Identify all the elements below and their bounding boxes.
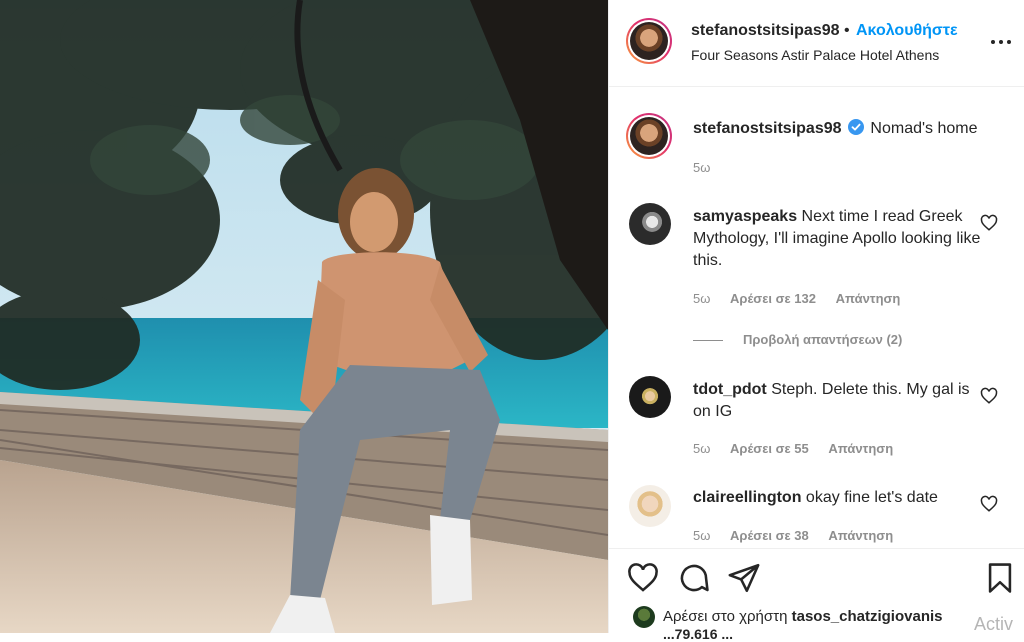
reply-button[interactable]: Απάντηση [836, 291, 901, 306]
liked-by-text: Αρέσει στο χρήστη tasos_chatzigiovanis [663, 608, 943, 625]
comment-avatar[interactable] [629, 376, 671, 418]
comment-text: okay fine let's date [805, 489, 938, 506]
post-image [0, 0, 608, 633]
like-comment-icon[interactable] [980, 387, 998, 405]
more-options-icon[interactable] [991, 35, 1013, 49]
author-username[interactable]: stefanostsitsipas98 [691, 22, 840, 40]
post-location[interactable]: Four Seasons Astir Palace Hotel Athens [691, 47, 939, 63]
caption-username[interactable]: stefanostsitsipas98 [693, 120, 842, 137]
reply-button[interactable]: Απάντηση [828, 441, 893, 456]
comment-meta: 5ω Αρέσει σε 132 Απάντηση [693, 291, 916, 306]
follow-button[interactable]: Ακολουθήστε [856, 22, 958, 40]
liked-by-user[interactable]: tasos_chatzigiovanis [792, 608, 943, 625]
comment-username[interactable]: claireellington [693, 489, 801, 506]
comment-likes[interactable]: Αρέσει σε 132 [730, 291, 816, 306]
activation-watermark: Activ [974, 614, 1014, 634]
caption-avatar[interactable] [626, 113, 672, 159]
caption: stefanostsitsipas98 Nomad's home [693, 118, 1013, 142]
comment-username[interactable]: samyaspeaks [693, 208, 797, 225]
like-comment-icon[interactable] [980, 214, 998, 232]
post-actions: Αρέσει στο χρήστη tasos_chatzigiovanis .… [609, 548, 1024, 642]
comment-meta: 5ω Αρέσει σε 38 Απάντηση [693, 528, 909, 543]
comment-text-block: claireellington okay fine let's date [693, 487, 983, 509]
comment-text-block: tdot_pdot Steph. Delete this. My gal is … [693, 379, 983, 423]
post-side-panel: stefanostsitsipas98 • Ακολουθήστε Four S… [608, 0, 1024, 642]
comment-likes[interactable]: Αρέσει σε 55 [730, 441, 809, 456]
comment-text-block: samyaspeaks Next time I read Greek Mytho… [693, 206, 983, 272]
caption-meta: 5ω [693, 160, 726, 175]
comment-meta: 5ω Αρέσει σε 55 Απάντηση [693, 441, 909, 456]
author-avatar[interactable] [626, 18, 672, 64]
liked-by-prefix: Αρέσει στο χρήστη [663, 608, 788, 625]
comment-time[interactable]: 5ω [693, 441, 710, 456]
caption-time[interactable]: 5ω [693, 160, 710, 175]
caption-text: Nomad's home [870, 120, 978, 137]
replies-divider [693, 340, 723, 342]
post-photo[interactable] [0, 0, 608, 633]
share-send-icon[interactable] [727, 561, 761, 595]
like-heart-icon[interactable] [626, 561, 660, 595]
comment-bubble-icon[interactable] [677, 561, 711, 595]
likes-count-partial[interactable]: ...79.616 ... [663, 626, 733, 642]
view-replies-button[interactable]: Προβολή απαντήσεων (2) [693, 332, 902, 347]
verified-badge-icon [847, 119, 864, 142]
comment-avatar[interactable] [629, 485, 671, 527]
comment-time[interactable]: 5ω [693, 291, 710, 306]
reply-button[interactable]: Απάντηση [828, 528, 893, 543]
comment-time[interactable]: 5ω [693, 528, 710, 543]
liked-by-avatar[interactable] [633, 606, 655, 628]
save-bookmark-icon[interactable] [983, 561, 1017, 595]
header-separator: • [844, 22, 850, 39]
view-replies-label: Προβολή απαντήσεων (2) [743, 332, 903, 347]
post-header: stefanostsitsipas98 • Ακολουθήστε Four S… [609, 0, 1024, 87]
comments-list[interactable]: stefanostsitsipas98 Nomad's home 5ω samy… [609, 88, 1024, 548]
comment-username[interactable]: tdot_pdot [693, 381, 767, 398]
comment-avatar[interactable] [629, 203, 671, 245]
like-comment-icon[interactable] [980, 495, 998, 513]
comment-likes[interactable]: Αρέσει σε 38 [730, 528, 809, 543]
